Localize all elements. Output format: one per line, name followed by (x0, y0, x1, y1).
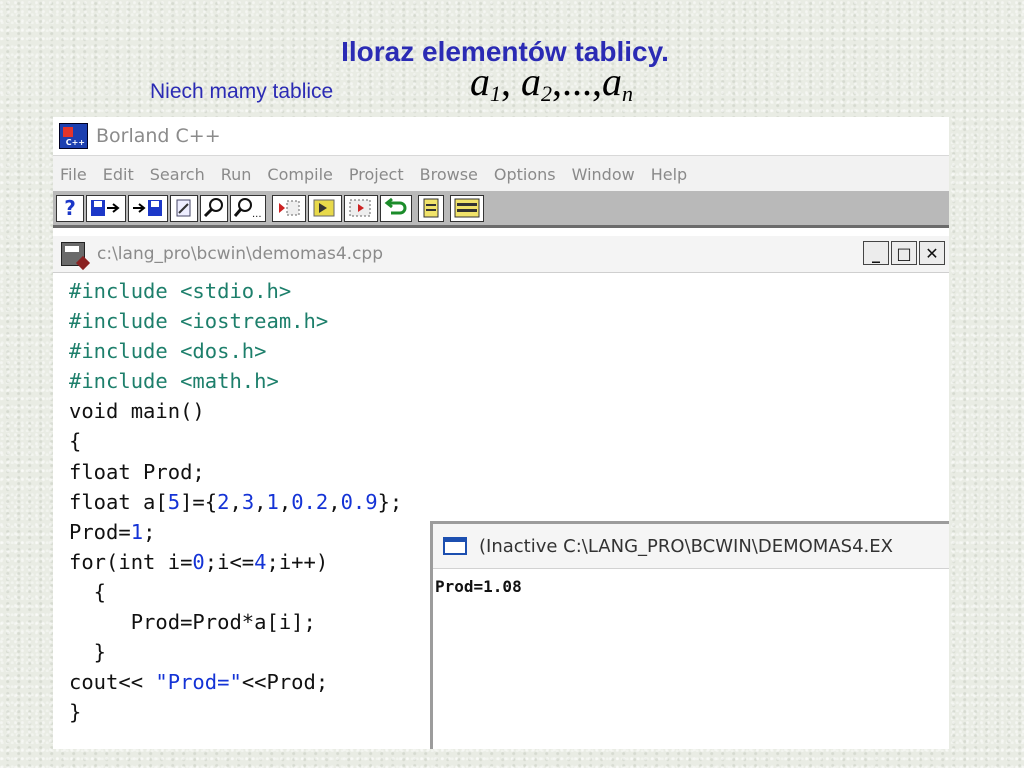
menu-project[interactable]: Project (342, 165, 413, 184)
code-line: } (69, 700, 82, 725)
code-line: void main() (69, 399, 205, 424)
help-icon[interactable]: ? (56, 194, 84, 222)
window-controls: _ □ ✕ (861, 241, 945, 265)
undo-icon[interactable] (380, 194, 412, 222)
console-window-icon (443, 537, 467, 555)
menu-run[interactable]: Run (214, 165, 261, 184)
code-line: { (69, 429, 82, 454)
menu-edit[interactable]: Edit (96, 165, 143, 184)
search-icon[interactable] (200, 194, 228, 222)
run-icon[interactable] (308, 194, 342, 222)
toolbar: ? ... (53, 191, 949, 228)
console-output-text: Prod=1.08 (435, 577, 522, 596)
code-line: { (69, 579, 107, 604)
formula-an: an (602, 59, 633, 106)
trace-into-icon[interactable] (344, 194, 378, 222)
svg-text:...: ... (252, 209, 262, 219)
console-title: (Inactive C:\LANG_PRO\BCWIN\DEMOMAS4.EX (479, 535, 893, 557)
step-over-icon[interactable] (272, 194, 306, 222)
menu-bar: File Edit Search Run Compile Project Bro… (53, 155, 949, 192)
maximize-button[interactable]: □ (891, 241, 917, 265)
code-line: #include <dos.h> (69, 339, 267, 364)
editor-titlebar[interactable]: c:\lang_pro\bcwin\demomas4.cpp _ □ ✕ (53, 236, 949, 273)
code-line: cout<< "Prod="<<Prod; (69, 670, 329, 695)
borland-logo-icon: C++ (59, 123, 88, 149)
console-titlebar[interactable]: (Inactive C:\LANG_PRO\BCWIN\DEMOMAS4.EX (433, 524, 949, 569)
edit-icon[interactable] (170, 194, 198, 222)
code-line: Prod=Prod*a[i]; (69, 610, 316, 635)
code-line: float Prod; (69, 459, 205, 484)
ide-app-title: Borland C++ (96, 125, 221, 147)
menu-browse[interactable]: Browse (413, 165, 487, 184)
save-to-file-icon[interactable] (86, 194, 126, 222)
code-line: Prod=1; (69, 519, 156, 544)
code-line: #include <iostream.h> (69, 309, 329, 334)
menu-window[interactable]: Window (565, 165, 644, 184)
editor-filename: c:\lang_pro\bcwin\demomas4.cpp (97, 244, 384, 264)
code-line: } (69, 640, 107, 665)
console-output-window: (Inactive C:\LANG_PRO\BCWIN\DEMOMAS4.EX … (430, 521, 949, 749)
compile-icon[interactable] (418, 194, 444, 222)
make-icon[interactable] (450, 194, 484, 222)
close-button[interactable]: ✕ (919, 241, 945, 265)
search-again-icon[interactable]: ... (230, 194, 266, 222)
code-line: float a[5]={2,3,1,0.2,0.9}; (69, 489, 403, 514)
menu-options[interactable]: Options (487, 165, 565, 184)
load-from-file-icon[interactable] (128, 194, 168, 222)
code-editor[interactable]: #include <stdio.h> #include <iostream.h> #… (69, 276, 402, 727)
code-line: for(int i=0;i<=4;i++) (69, 549, 329, 574)
menu-search[interactable]: Search (143, 165, 214, 184)
formula-ellipsis: ..., (562, 59, 602, 104)
menu-compile[interactable]: Compile (260, 165, 341, 184)
menu-help[interactable]: Help (644, 165, 696, 184)
minimize-button[interactable]: _ (863, 241, 889, 265)
array-formula: a1, a2,...,an (470, 59, 633, 106)
formula-a2: a2 (521, 59, 552, 106)
menu-file[interactable]: File (53, 165, 96, 184)
code-line: #include <stdio.h> (69, 279, 292, 303)
formula-a1: a1 (470, 59, 501, 106)
source-file-icon (61, 242, 85, 266)
code-line: #include <math.h> (69, 369, 279, 394)
slide-subtitle: Niech mamy tablice (150, 80, 334, 103)
ide-titlebar[interactable]: C++ Borland C++ (53, 117, 949, 155)
